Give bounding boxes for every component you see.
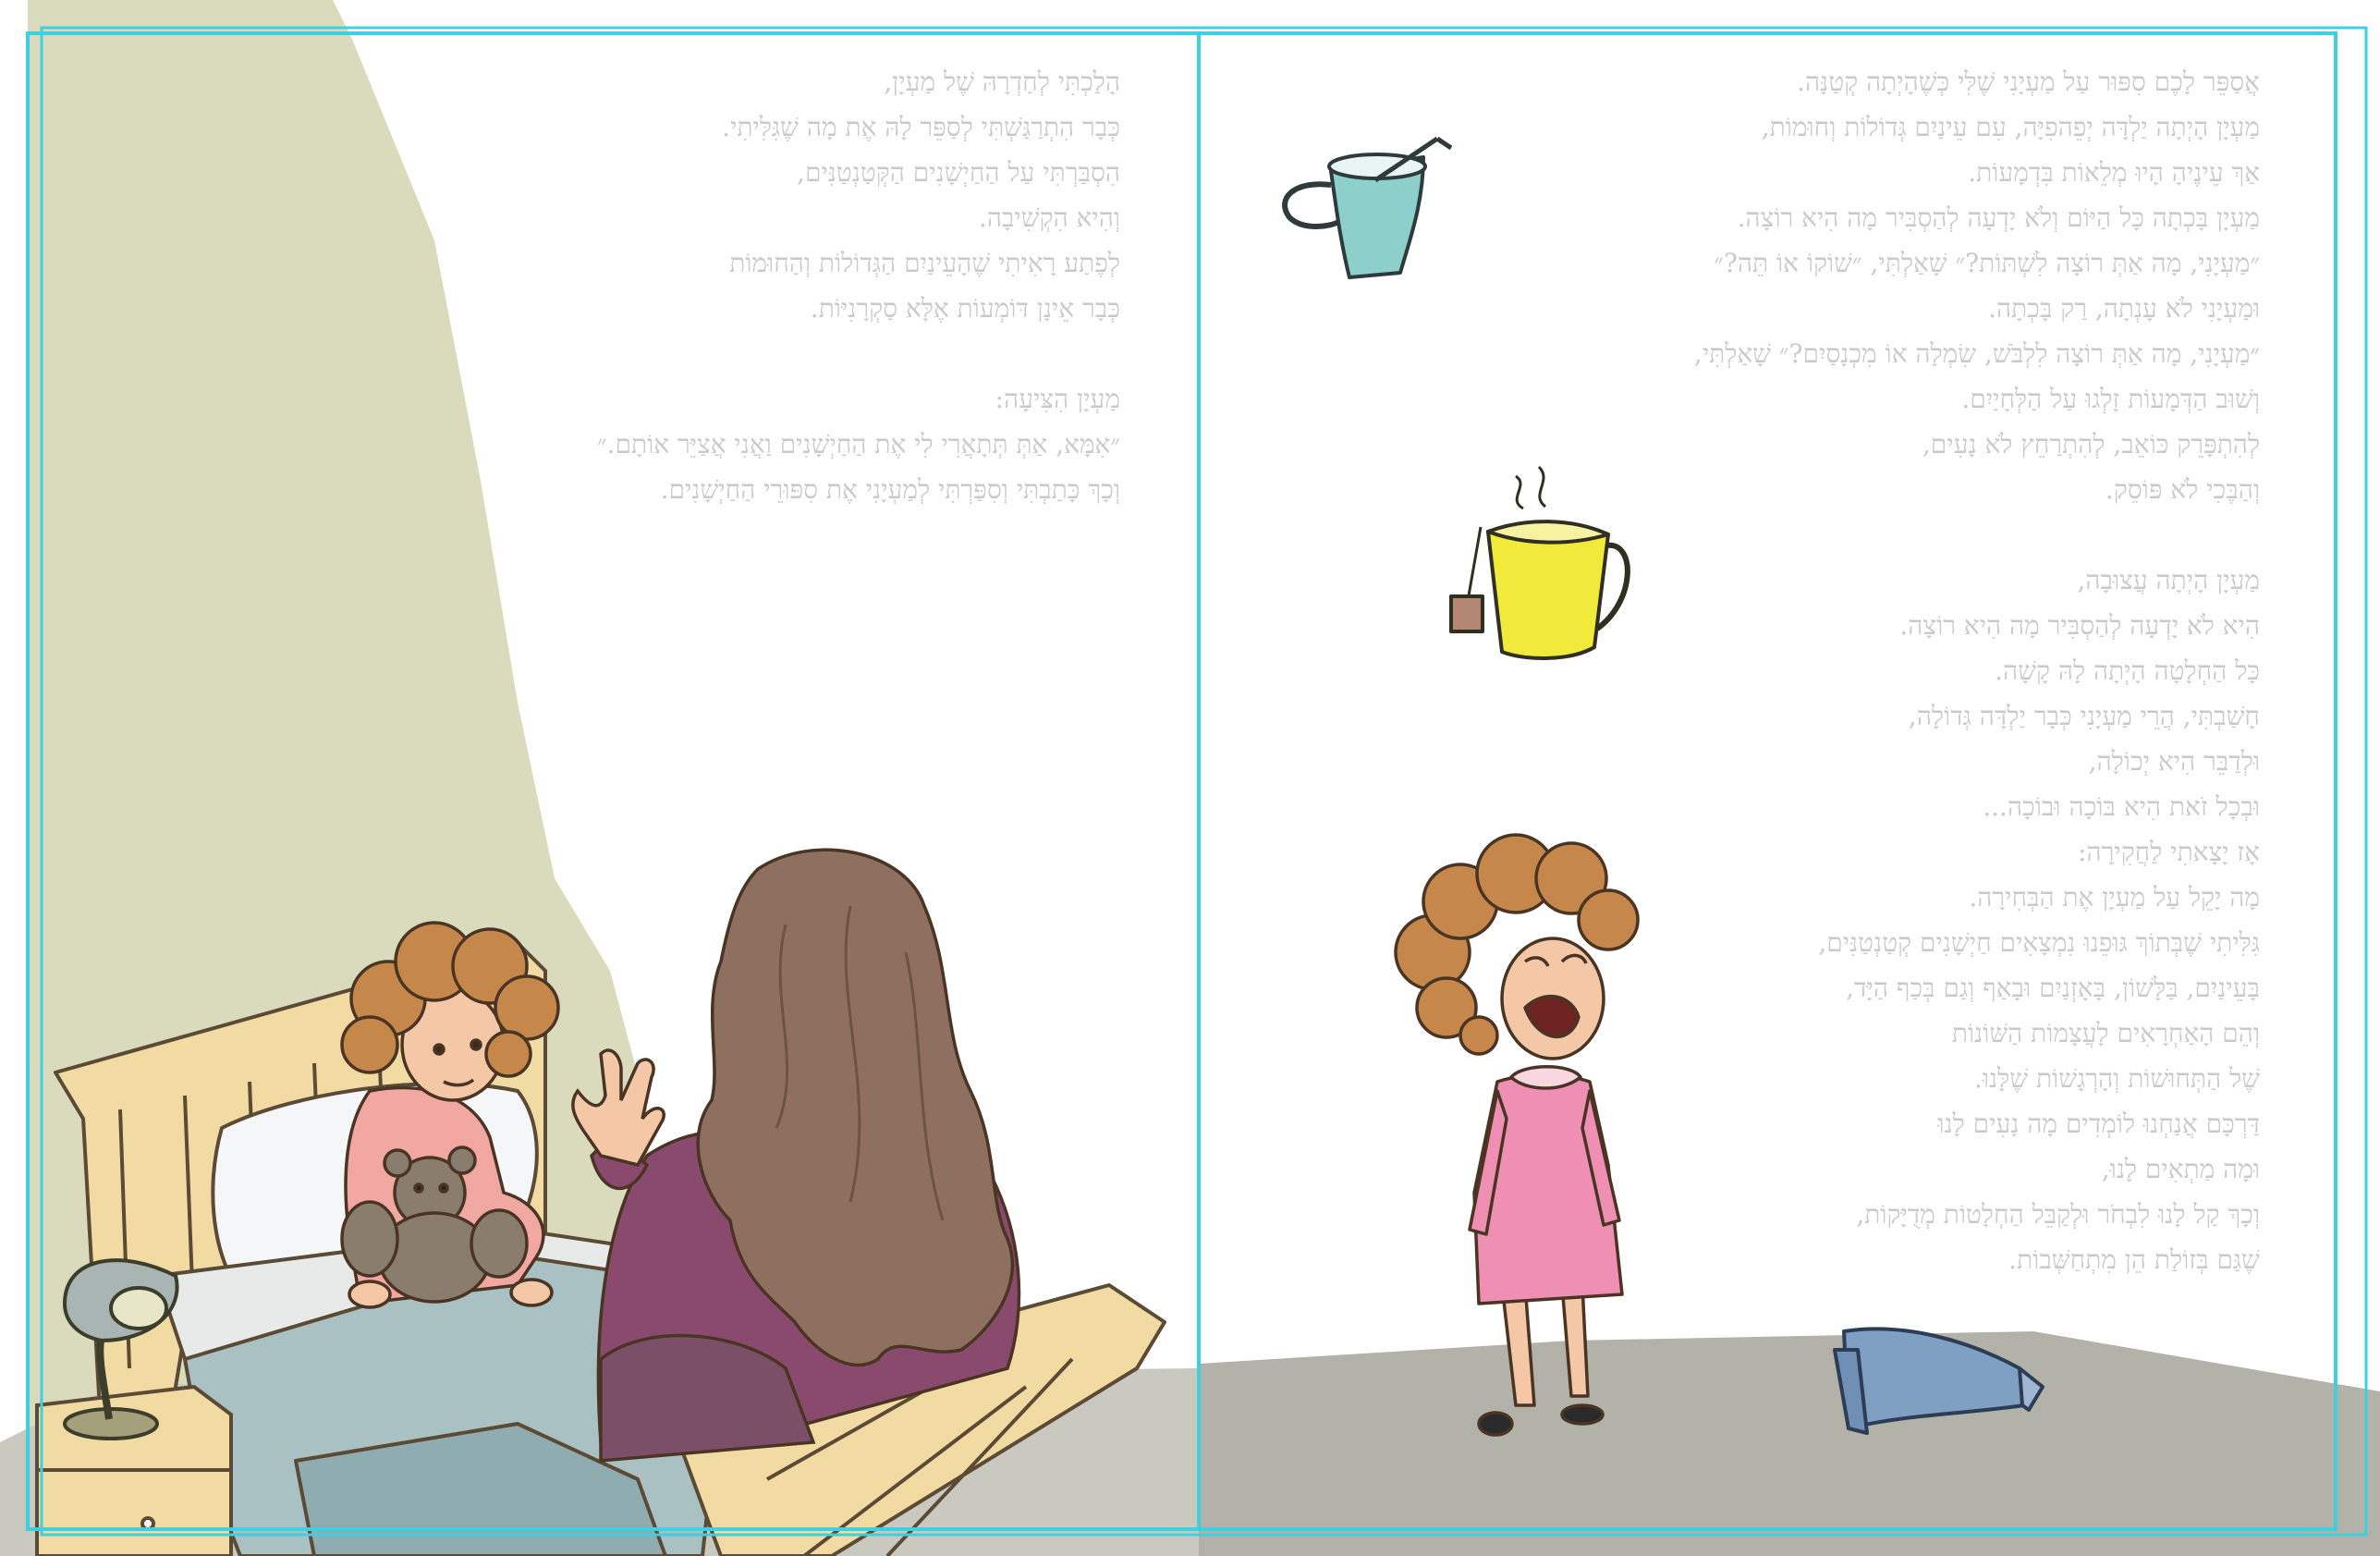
left-page-text-line: כְּבָר הִתְרַגַּשְׁתִּי לְסַפֵּר לָהּ אֶ… bbox=[722, 112, 1120, 142]
right-page-text-line: וְשׁוּב הַדְּמָעוֹת זָלְגוּ עַל הַלְּחָי… bbox=[1961, 384, 2260, 414]
right-page-text-line: אָז יָצָאתִי לַחֲקִירָה: bbox=[2078, 837, 2260, 867]
right-page-text-line: דַּרְכָּם אֲנַחְנוּ לוֹמְדִים מָה נָעִים… bbox=[1937, 1109, 2260, 1139]
left-page-text-line: לְפֶתַע רָאִיתִי שֶׁהָעֵינַיִם הַגְּדוֹל… bbox=[729, 248, 1120, 278]
right-page-text-line: אַךְ עֵינֶיהָ הָיוּ מְלֵאוֹת בִּדְמָעוֹת… bbox=[1968, 157, 2260, 188]
right-page-text-line: כָּל הַחְלָטָה הָיְתָה לָהּ קָשָׁה. bbox=[1995, 655, 2260, 686]
right-page-text-line: לְהִתְפָּרֵק כּוֹאֵב, לְהִתְרַחֵץ לֹא נָ… bbox=[1922, 429, 2260, 459]
right-page-text-line: שֶׁל הַתְּחוּשׁוֹת וְהָרְגָשׁוֹת שֶׁלָּנ… bbox=[1973, 1063, 2260, 1094]
right-page-text-line: מַעְיָן הָיְתָה יַלְדָּה יְפֵהפִיָּה, עִ… bbox=[1761, 112, 2260, 142]
cup-with-straw-icon bbox=[1282, 136, 1453, 279]
right-page-text-line: שֶׁגַּם בְּזוֹלַת הֵן מִתְחַשְּׁבוֹת. bbox=[2008, 1244, 2260, 1275]
right-page-text-line: הִיא לֹא יָדְעָה לְהַסְבִּיר מָה הִיא רו… bbox=[1899, 610, 2260, 641]
right-page-text-line bbox=[1694, 512, 2260, 557]
right-page-text-line: וְהֵם הָאַחְרָאִים לָעֲצָמוֹת הַשּׁוֹנוֹ… bbox=[1951, 1018, 2260, 1048]
right-page-text-line: וּלְדַבֵּר הִיא יְכוֹלָה, bbox=[2088, 746, 2260, 777]
right-page-text: אֲסַפֵּר לָכֶם סִפּוּר עַל מַעְיָנִי שֶׁ… bbox=[1694, 59, 2260, 1282]
tea-pitcher-icon bbox=[1449, 465, 1630, 660]
left-page-text-line: הָלַכְתִּי לְחַדְרָהּ שֶׁל מַעְיָן, bbox=[884, 67, 1120, 97]
left-page-text-line: כְּבָר אֵינָן דּוֹמְעוֹת אֶלָּא סַקְרָנִ… bbox=[810, 293, 1120, 324]
right-page-text-line: בָּעֵינַיִם, בַּלָּשׁוֹן, בָּאָזְנַיִם ו… bbox=[1846, 973, 2260, 1003]
right-page-text-line: וּבְכָל זֹאת הִיא בּוֹכָה וּבוֹכָה... bbox=[1983, 791, 2260, 822]
right-page-text-line: וּמָה מַתְאִים לָנוּ, bbox=[2101, 1154, 2260, 1184]
right-floor bbox=[1199, 1331, 2380, 1556]
mother bbox=[571, 848, 1021, 1463]
right-page-text-line: גִּלִּיתִי שֶׁבְּתוֹךְ גּוּפֵנוּ נִמְצָא… bbox=[1818, 927, 2260, 958]
left-page-text-line: וְהִיא הִקְשִׁיבָה. bbox=[978, 202, 1120, 233]
left-page-text-line: ״אִמָּא, אַתְּ תְּתָאֲרִי לִי אֶת הַחַיְ… bbox=[597, 429, 1120, 459]
right-page-text-line: אֲסַפֵּר לָכֶם סִפּוּר עַל מַעְיָנִי שֶׁ… bbox=[1797, 67, 2260, 97]
left-page-text: הָלַכְתִּי לְחַדְרָהּ שֶׁל מַעְיָן, כְּבָ… bbox=[597, 59, 1120, 512]
right-page-text-line: וּמַעְיָנִי לֹא עָנְתָה, רַק בָּכְתָה. bbox=[1988, 293, 2260, 324]
right-page-text-line: חָשַׁבְתִּי, הֲרֵי מַעְיָנִי כְּבָר יַלְ… bbox=[1908, 701, 2260, 731]
left-page-text-line bbox=[597, 331, 1120, 376]
right-page-text-line: וְכָךְ קַל לָנוּ לִבְחֹר וּלְקַבֵּל הַחְ… bbox=[1856, 1199, 2260, 1230]
right-page-text-line: וְהַבֶּכִי לֹא פּוֹסֵק. bbox=[2105, 474, 2260, 505]
left-page-text-line: הִסְבַּרְתִּי עַל הַחַיְשָׁנִים הַקְּטַנ… bbox=[797, 157, 1120, 188]
right-page-text-line: מָה יָקֵל עַל מַעְיָן אֶת הַבְּחִירָה. bbox=[1969, 882, 2260, 913]
left-page-text-line: מַעְיָן הִצִּיעָה: bbox=[995, 384, 1120, 414]
right-page-text-line: ״מַעְיָנִי, מָה אַתְּ רוֹצָה לִשְׁתּוֹת?… bbox=[1714, 248, 2260, 278]
right-page-text-line: מַעְיָן הָיְתָה עֲצוּבָה, bbox=[2077, 565, 2260, 595]
left-page-text-line: וְכָךְ כָּתַבְתִּי וְסִפַּרְתִּי לְמַעְי… bbox=[660, 474, 1120, 505]
right-page-background bbox=[1199, 1331, 2380, 1556]
right-page-text-line: ״מַעְיָנִי, מָה אַתְּ רוֹצָה לִלְבֹּשׁ, … bbox=[1693, 338, 2260, 369]
right-page-text-line: מַעְיָן בָּכְתָה כָּל הַיּוֹם וְלֹא יָדְ… bbox=[1737, 202, 2260, 233]
